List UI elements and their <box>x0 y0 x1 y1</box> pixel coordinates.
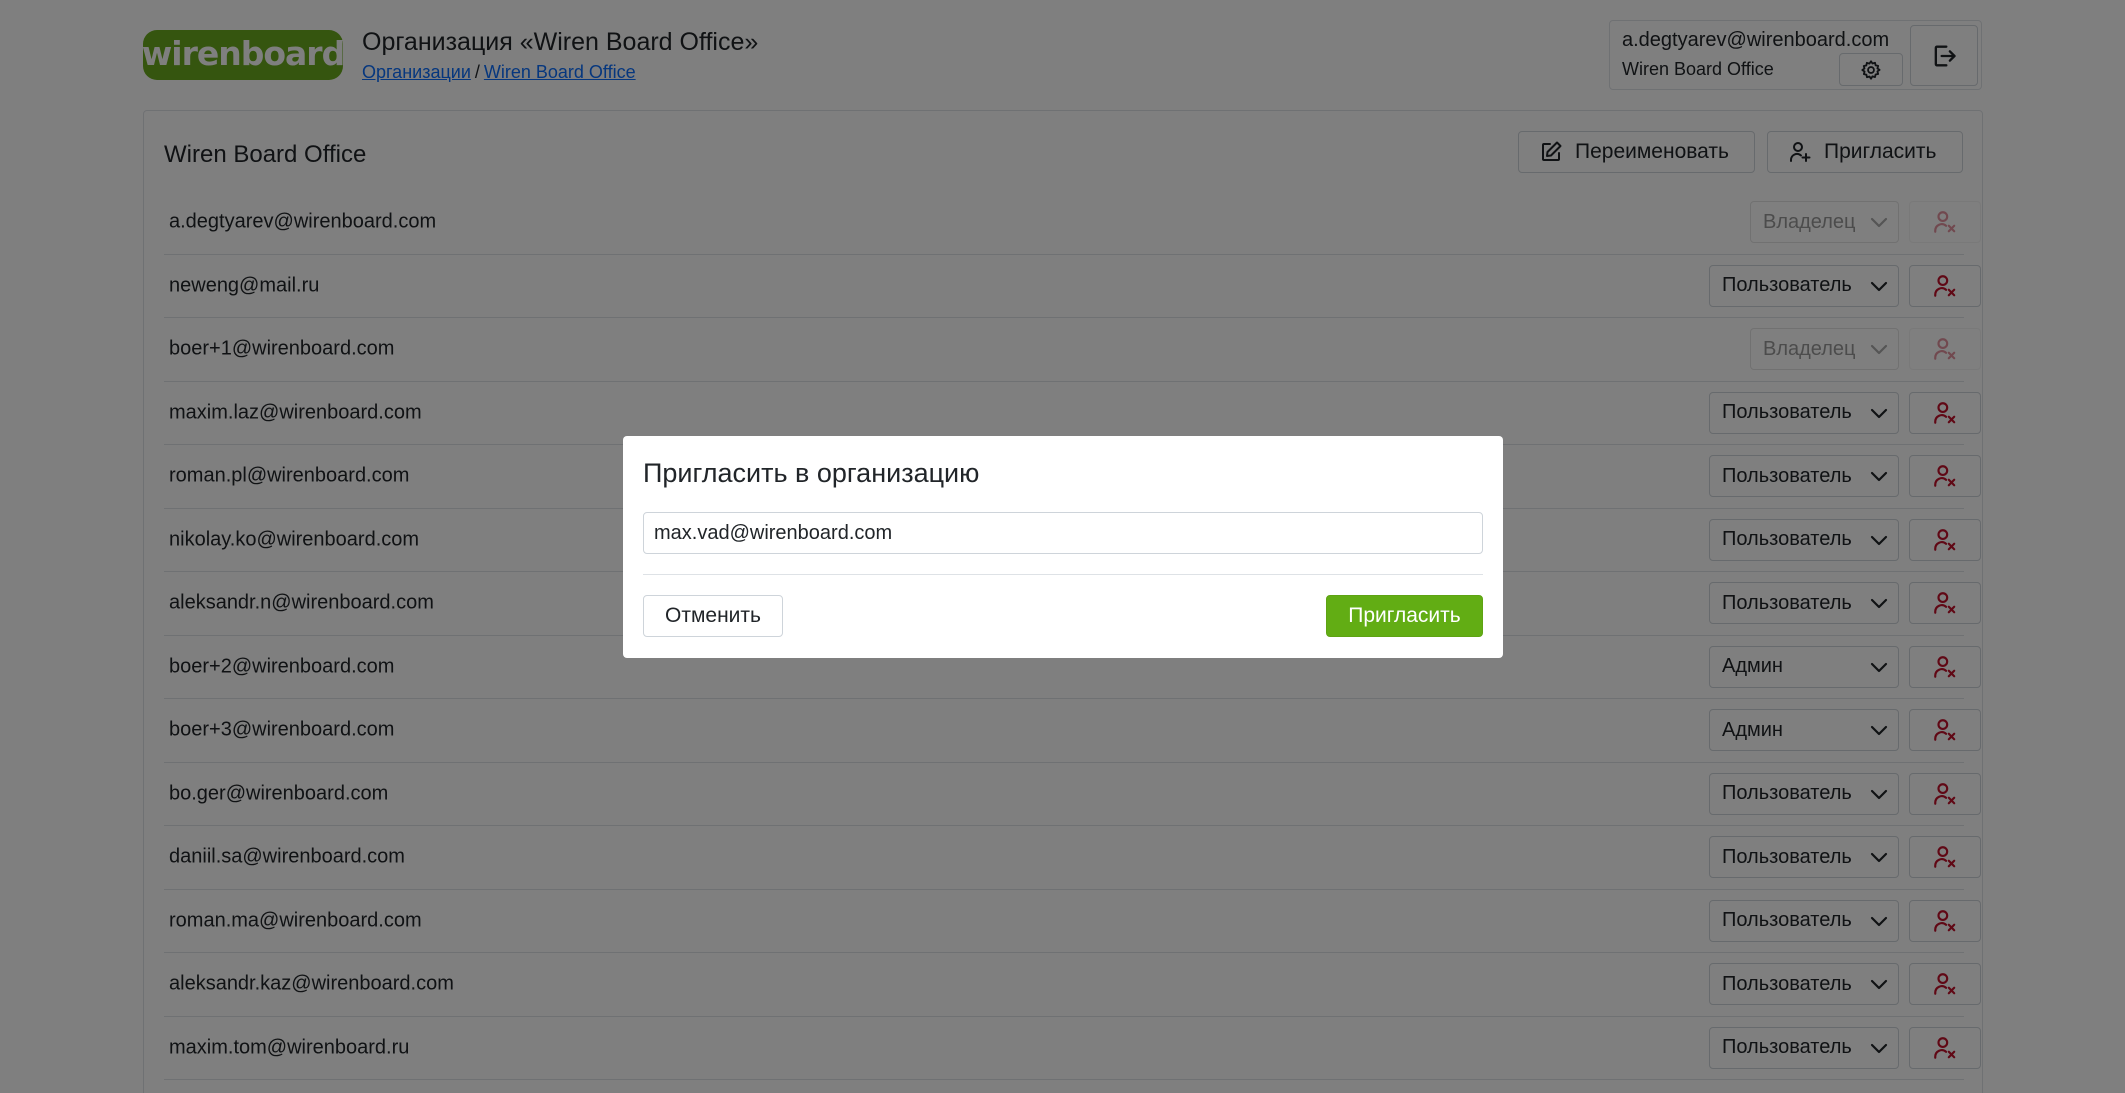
modal-divider <box>643 574 1483 575</box>
invite-submit-button[interactable]: Пригласить <box>1326 595 1483 637</box>
modal-title: Пригласить в организацию <box>643 458 980 488</box>
invite-modal: Пригласить в организацию Отменить Пригла… <box>623 436 1503 658</box>
invite-email-input[interactable] <box>643 512 1483 554</box>
cancel-button[interactable]: Отменить <box>643 595 783 637</box>
